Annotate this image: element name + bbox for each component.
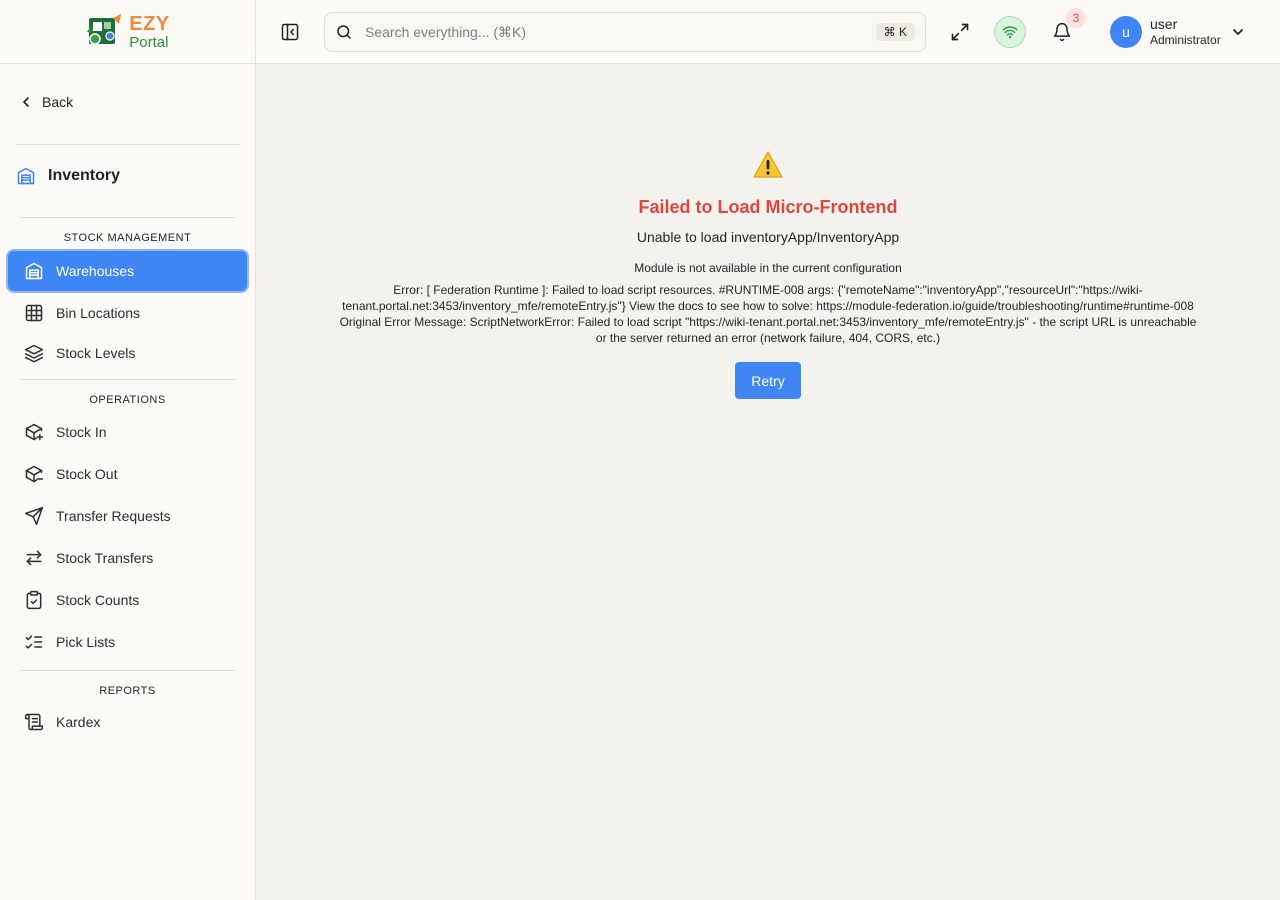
warehouse-icon <box>17 167 35 185</box>
logo-ezy-text: EZY <box>129 12 170 35</box>
error-details: Error: [ Federation Runtime ]: Failed to… <box>339 283 1197 345</box>
sidebar-item-label: Transfer Requests <box>56 508 171 524</box>
error-panel: Failed to Load Micro-Frontend Unable to … <box>256 150 1280 399</box>
module-header: Inventory <box>16 164 120 188</box>
error-title: Failed to Load Micro-Frontend <box>638 197 898 217</box>
list-checks-icon <box>25 635 43 649</box>
fullscreen-button[interactable] <box>946 20 974 44</box>
search-icon <box>337 25 351 39</box>
section-label-reports: REPORTS <box>99 685 156 697</box>
error-subtitle: Unable to load inventoryApp/InventoryApp <box>636 229 900 245</box>
search-placeholder: Search everything... (⌘K) <box>365 23 527 40</box>
warning-icon <box>753 151 783 178</box>
sidebar-item-label: Stock Levels <box>56 345 136 361</box>
module-title: Inventory <box>48 167 121 184</box>
layers-icon <box>24 344 44 363</box>
panel-left-close-icon <box>281 23 299 41</box>
retry-button[interactable]: Retry <box>735 362 801 399</box>
ezy-portal-logo-icon <box>87 13 122 45</box>
back-button[interactable]: Back <box>20 90 73 114</box>
user-role: Administrator <box>1150 33 1221 48</box>
sidebar-item-warehouses[interactable]: Warehouses <box>8 251 247 291</box>
sidebar-item-bin-locations[interactable]: Bin Locations <box>8 293 247 333</box>
sidebar-item-label: Bin Locations <box>56 305 141 321</box>
sidebar-item-stock-in[interactable]: Stock In <box>8 412 247 452</box>
logo-text: EZY Portal <box>129 14 169 50</box>
arrows-left-right-icon <box>26 550 42 566</box>
divider <box>20 217 235 218</box>
chevron-down-icon <box>1232 29 1243 35</box>
sidebar-item-kardex[interactable]: Kardex <box>8 702 247 742</box>
avatar: u <box>1110 16 1142 48</box>
package-plus-icon <box>25 423 44 441</box>
scroll-icon <box>24 713 44 731</box>
wifi-icon <box>1002 26 1018 39</box>
divider <box>20 670 235 671</box>
error-module-message: Module is not available in the current c… <box>634 261 902 275</box>
warehouse-icon <box>25 262 43 280</box>
sidebar-item-stock-transfers[interactable]: Stock Transfers <box>8 538 247 578</box>
sidebar-item-label: Pick Lists <box>56 634 116 650</box>
sidebar-toggle-button[interactable] <box>276 20 304 44</box>
sidebar-item-stock-out[interactable]: Stock Out <box>8 454 247 494</box>
section-label-stock-management: STOCK MANAGEMENT <box>63 232 192 244</box>
sidebar-item-transfer-requests[interactable]: Transfer Requests <box>8 496 247 536</box>
package-minus-icon <box>25 465 44 483</box>
send-icon <box>24 506 44 526</box>
section-label-operations: OPERATIONS <box>89 394 166 406</box>
search-shortcut-badge: ⌘ K <box>875 23 915 41</box>
sidebar-item-label: Stock Out <box>56 466 118 482</box>
user-name: user <box>1150 16 1178 33</box>
sidebar-item-label: Stock In <box>56 424 107 440</box>
search-input[interactable]: Search everything... (⌘K) ⌘ K <box>324 12 926 52</box>
sidebar-item-stock-counts[interactable]: Stock Counts <box>8 580 247 620</box>
sidebar-item-label: Stock Counts <box>56 592 140 608</box>
connection-status-button[interactable] <box>994 16 1026 48</box>
sidebar-item-pick-lists[interactable]: Pick Lists <box>8 622 247 662</box>
back-label: Back <box>42 94 74 110</box>
expand-icon <box>951 23 969 41</box>
sidebar-item-label: Stock Transfers <box>56 550 154 566</box>
chevron-left-icon <box>23 97 29 107</box>
logo-portal-text: Portal <box>129 33 169 51</box>
divider <box>20 379 235 380</box>
main-content: Failed to Load Micro-Frontend Unable to … <box>256 64 1280 900</box>
sidebar-item-label: Warehouses <box>56 263 135 279</box>
user-menu[interactable]: u user Administrator <box>1110 16 1245 48</box>
sidebar: EZY Portal Back Inventory STOCK MANAGEME… <box>0 0 256 900</box>
sidebar-item-stock-levels[interactable]: Stock Levels <box>8 333 247 373</box>
logo-area: EZY Portal <box>0 0 255 64</box>
divider <box>16 144 239 145</box>
top-bar: Search everything... (⌘K) ⌘ K 3 u user A… <box>256 0 1280 64</box>
sidebar-item-label: Kardex <box>56 714 101 730</box>
logo[interactable]: EZY Portal <box>85 12 169 52</box>
clipboard-check-icon <box>26 590 42 610</box>
notification-count-badge: 3 <box>1066 8 1086 28</box>
user-info: user Administrator <box>1150 16 1221 47</box>
grid-icon <box>25 304 43 322</box>
